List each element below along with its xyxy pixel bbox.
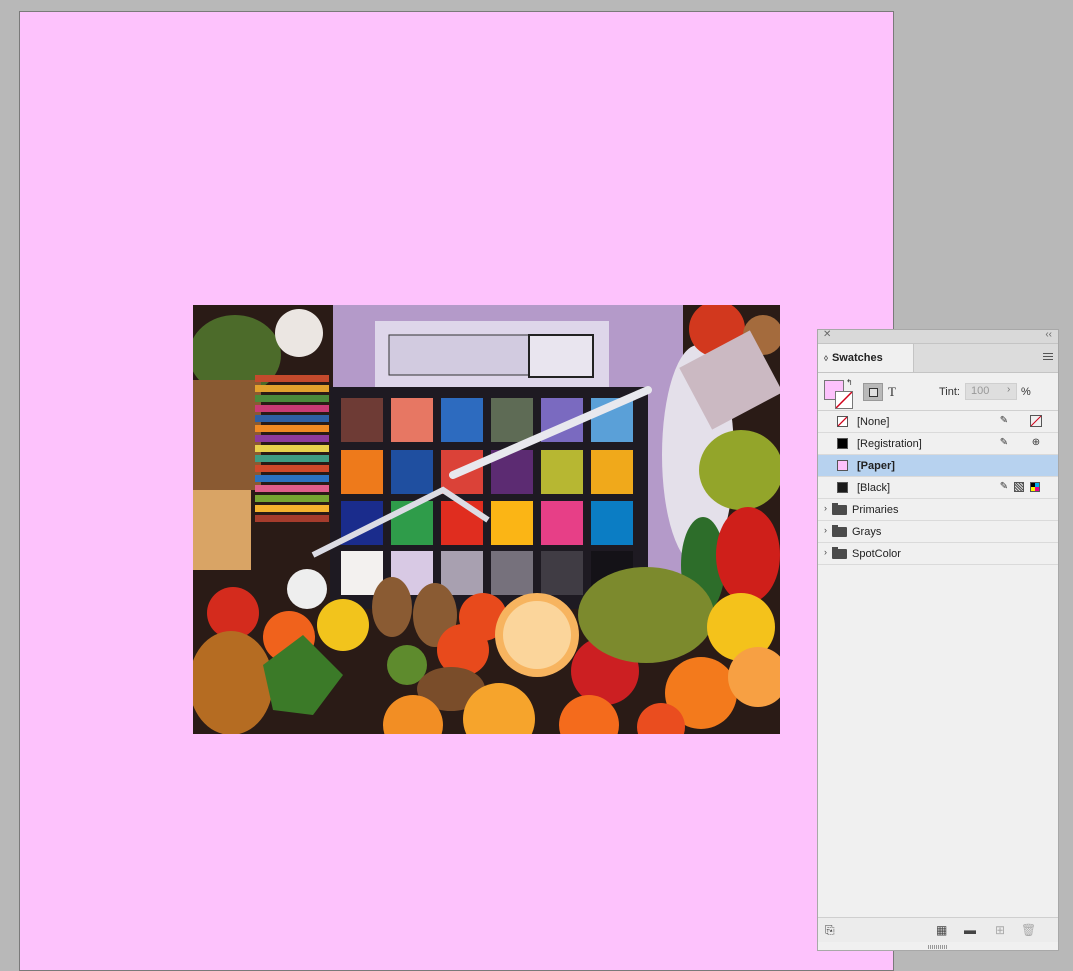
swatch-chip-none (837, 416, 848, 427)
tint-unit: % (1021, 386, 1031, 398)
still-life-photo (193, 305, 780, 734)
panel-menu-icon[interactable] (1043, 353, 1053, 362)
none-swatch-icon (838, 417, 847, 426)
disclosure-triangle-icon[interactable]: › (824, 547, 827, 557)
panel-tab-row: ◊ Swatches (818, 344, 1058, 373)
swatch-group-primaries[interactable]: › Primaries (818, 499, 1058, 521)
new-color-group-icon[interactable]: ▬ (964, 923, 976, 937)
swatch-controls: ↰ T Tint: 100 › % (818, 373, 1058, 411)
swatch-list: [None] ✎ [Registration] ✎ ⊕ [Paper] [Bla… (818, 411, 1058, 565)
process-icon (1014, 482, 1024, 492)
panel-title-bar[interactable]: ✕ ‹‹ (818, 329, 1058, 344)
none-stroke-icon (836, 392, 852, 408)
none-mode-icon (1030, 415, 1042, 427)
swatch-group-spotcolor[interactable]: › SpotColor (818, 543, 1058, 565)
formatting-container-button[interactable] (863, 383, 883, 401)
group-name: SpotColor (852, 548, 901, 560)
swatch-chip-black (837, 482, 848, 493)
placed-image[interactable] (193, 305, 780, 734)
group-name: Grays (852, 526, 882, 538)
close-panel-icon[interactable]: ✕ (823, 329, 831, 340)
new-swatch-icon[interactable]: ⊞ (995, 923, 1005, 937)
formatting-text-button[interactable]: T (888, 384, 896, 400)
disclosure-triangle-icon[interactable]: › (824, 525, 827, 535)
tint-dropdown-icon[interactable]: › (1007, 384, 1010, 395)
swatch-row-black[interactable]: [Black] ✎ (818, 477, 1058, 499)
swatch-row-paper[interactable]: [Paper] (818, 455, 1058, 477)
show-swatch-kinds-icon[interactable]: ▦ (936, 923, 947, 937)
pencil-cross-icon: ✎ (999, 481, 1009, 492)
stroke-proxy[interactable] (835, 391, 853, 409)
delete-swatch-icon[interactable]: 🗑 (1021, 923, 1036, 937)
swatch-group-grays[interactable]: › Grays (818, 521, 1058, 543)
expand-collapse-icon[interactable]: ◊ (824, 354, 828, 363)
swatch-chip-registration (837, 438, 848, 449)
swatches-panel: ✕ ‹‹ ◊ Swatches ↰ T Tint: 100 › % [None]… (817, 329, 1059, 951)
collapse-panel-icon[interactable]: ‹‹ (1045, 329, 1052, 340)
swatch-row-registration[interactable]: [Registration] ✎ ⊕ (818, 433, 1058, 455)
folder-icon (832, 525, 847, 537)
folder-icon (832, 547, 847, 559)
cmyk-icon (1030, 482, 1040, 492)
swatch-chip-paper (837, 460, 848, 471)
swap-fill-stroke-icon[interactable]: ↰ (846, 378, 853, 387)
panel-bottom-bar: ⎘ ▦ ▬ ⊞ 🗑 (818, 917, 1058, 942)
folder-icon (832, 503, 847, 515)
swatch-name: [Registration] (857, 438, 922, 450)
container-icon (868, 387, 878, 397)
tab-swatches-label: Swatches (831, 352, 883, 364)
disclosure-triangle-icon[interactable]: › (824, 503, 827, 513)
swatch-name: [Paper] (857, 460, 895, 472)
import-swatches-icon[interactable]: ⎘ (825, 923, 835, 938)
tint-label: Tint: (939, 386, 960, 398)
pencil-cross-icon: ✎ (999, 415, 1009, 426)
tab-swatches[interactable]: ◊ Swatches (818, 344, 914, 372)
group-name: Primaries (852, 504, 899, 516)
pencil-cross-icon: ✎ (999, 437, 1009, 448)
registration-mode-icon: ⊕ (1031, 437, 1041, 448)
swatch-name: [Black] (857, 482, 891, 494)
panel-resize-grip[interactable] (928, 945, 948, 949)
swatch-name: [None] (857, 416, 890, 428)
swatch-row-none[interactable]: [None] ✎ (818, 411, 1058, 433)
